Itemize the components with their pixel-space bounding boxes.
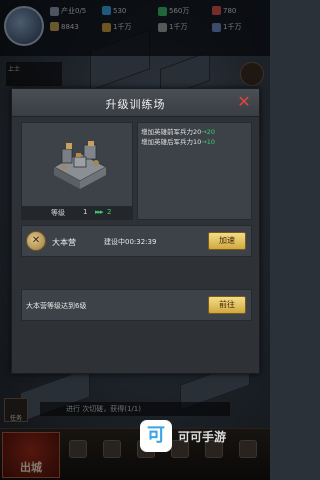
level-indicator: 等级 1 ▸▸▸ 2: [21, 206, 133, 220]
speed-up-button[interactable]: 加速: [208, 232, 246, 250]
effect-line: 增加英雄后军兵力10→10: [141, 138, 216, 146]
building-preview: [21, 122, 133, 218]
construction-timer: 建设中00:32:39: [104, 238, 157, 246]
level-label: 等级: [51, 209, 65, 217]
training-ground-icon: [52, 141, 108, 189]
current-level: 1: [83, 208, 88, 216]
close-icon[interactable]: ✕: [236, 94, 252, 110]
dialog-title: 升级训练场: [105, 98, 166, 111]
requirement-level: 大本营等级达到6级 前往: [21, 289, 252, 321]
requirement-name: 大本营: [52, 238, 76, 247]
tools-icon: ✕: [26, 231, 46, 251]
requirement-building: ✕ 大本营 建设中00:32:39 加速: [21, 225, 252, 257]
watermark-logo: 可: [140, 420, 172, 452]
upgrade-dialog: 升级训练场 ✕ 等级 1 ▸▸▸ 2 增加英雄前军兵力20→20 增加英雄后军兵…: [11, 88, 260, 374]
dialog-header: 升级训练场 ✕: [12, 89, 259, 117]
next-level: 2: [107, 208, 112, 216]
go-to-button[interactable]: 前往: [208, 296, 246, 314]
effect-line: 增加英雄前军兵力20→20: [141, 128, 216, 136]
requirement-text: 大本营等级达到6级: [26, 302, 87, 310]
watermark-text: 可可手游: [178, 430, 227, 444]
upgrade-effects: 增加英雄前军兵力20→20 增加英雄后军兵力10→10: [137, 122, 252, 220]
arrow-right-icon: ▸▸▸: [95, 208, 103, 216]
